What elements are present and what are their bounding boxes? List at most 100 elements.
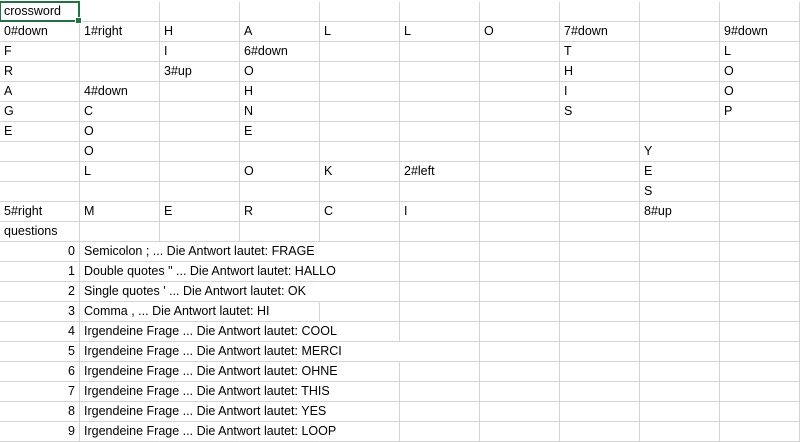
- cell-d10[interactable]: [240, 182, 320, 202]
- cell-g20[interactable]: [480, 382, 560, 402]
- cell-b14[interactable]: Double quotes " ... Die Antwort lautet: …: [80, 262, 336, 282]
- cell-a10[interactable]: [0, 182, 80, 202]
- cell-f20[interactable]: [400, 382, 480, 402]
- cell-h18[interactable]: [560, 342, 640, 362]
- cell-e15[interactable]: [320, 282, 400, 302]
- cell-h3[interactable]: T: [560, 42, 640, 62]
- cell-i16[interactable]: [640, 302, 720, 322]
- cell-g8[interactable]: [480, 142, 560, 162]
- cell-c4[interactable]: 3#up: [160, 62, 240, 82]
- cell-h1[interactable]: [560, 2, 640, 22]
- cell-g10[interactable]: [480, 182, 560, 202]
- cell-a16[interactable]: 3: [0, 302, 80, 322]
- cell-g3[interactable]: [480, 42, 560, 62]
- cell-i17[interactable]: [640, 322, 720, 342]
- cell-g13[interactable]: [480, 242, 560, 262]
- cell-j21[interactable]: [720, 402, 800, 422]
- cell-i21[interactable]: [640, 402, 720, 422]
- cell-d1[interactable]: [240, 2, 320, 22]
- cell-j6[interactable]: P: [720, 102, 800, 122]
- cell-h8[interactable]: [560, 142, 640, 162]
- cell-b22[interactable]: Irgendeine Frage ... Die Antwort lautet:…: [80, 422, 336, 442]
- cell-d4[interactable]: O: [240, 62, 320, 82]
- cell-i19[interactable]: [640, 362, 720, 382]
- cell-h7[interactable]: [560, 122, 640, 142]
- cell-h14[interactable]: [560, 262, 640, 282]
- cell-j13[interactable]: [720, 242, 800, 262]
- cell-b12[interactable]: [80, 222, 160, 242]
- cell-f4[interactable]: [400, 62, 480, 82]
- cell-j2[interactable]: 9#down: [720, 22, 800, 42]
- cell-b5[interactable]: 4#down: [80, 82, 160, 102]
- cell-a22[interactable]: 9: [0, 422, 80, 442]
- cell-e6[interactable]: [320, 102, 400, 122]
- cell-b7[interactable]: O: [80, 122, 160, 142]
- cell-e20[interactable]: [320, 382, 400, 402]
- cell-g14[interactable]: [480, 262, 560, 282]
- cell-a6[interactable]: G: [0, 102, 80, 122]
- cell-i18[interactable]: [640, 342, 720, 362]
- cell-e4[interactable]: [320, 62, 400, 82]
- cell-j22[interactable]: [720, 422, 800, 442]
- cell-f14[interactable]: [400, 262, 480, 282]
- cell-d11[interactable]: R: [240, 202, 320, 222]
- cell-b8[interactable]: O: [80, 142, 160, 162]
- cell-h13[interactable]: [560, 242, 640, 262]
- cell-h12[interactable]: [560, 222, 640, 242]
- cell-g19[interactable]: [480, 362, 560, 382]
- cell-a20[interactable]: 7: [0, 382, 80, 402]
- cell-b6[interactable]: C: [80, 102, 160, 122]
- cell-e5[interactable]: [320, 82, 400, 102]
- cell-h4[interactable]: H: [560, 62, 640, 82]
- cell-f5[interactable]: [400, 82, 480, 102]
- cell-f2[interactable]: L: [400, 22, 480, 42]
- cell-a14[interactable]: 1: [0, 262, 80, 282]
- cell-a9[interactable]: [0, 162, 80, 182]
- cell-i4[interactable]: [640, 62, 720, 82]
- cell-g16[interactable]: [480, 302, 560, 322]
- cell-j3[interactable]: L: [720, 42, 800, 62]
- cell-f16[interactable]: [400, 302, 480, 322]
- cell-g2[interactable]: O: [480, 22, 560, 42]
- cell-e21[interactable]: [320, 402, 400, 422]
- cell-f19[interactable]: [400, 362, 480, 382]
- cell-j19[interactable]: [720, 362, 800, 382]
- cell-a7[interactable]: E: [0, 122, 80, 142]
- cell-c3[interactable]: I: [160, 42, 240, 62]
- cell-b18[interactable]: Irgendeine Frage ... Die Antwort lautet:…: [80, 342, 342, 362]
- cell-f3[interactable]: [400, 42, 480, 62]
- cell-b17[interactable]: Irgendeine Frage ... Die Antwort lautet:…: [80, 322, 337, 342]
- cell-h22[interactable]: [560, 422, 640, 442]
- cell-i22[interactable]: [640, 422, 720, 442]
- cell-e16[interactable]: [320, 302, 400, 322]
- cell-c12[interactable]: [160, 222, 240, 242]
- cell-f6[interactable]: [400, 102, 480, 122]
- cell-c5[interactable]: [160, 82, 240, 102]
- cell-j10[interactable]: [720, 182, 800, 202]
- cell-j16[interactable]: [720, 302, 800, 322]
- cell-g9[interactable]: [480, 162, 560, 182]
- cell-h16[interactable]: [560, 302, 640, 322]
- cell-b2[interactable]: 1#right: [80, 22, 160, 42]
- cell-i2[interactable]: [640, 22, 720, 42]
- cell-a13[interactable]: 0: [0, 242, 80, 262]
- cell-j15[interactable]: [720, 282, 800, 302]
- cell-c8[interactable]: [160, 142, 240, 162]
- cell-h21[interactable]: [560, 402, 640, 422]
- cell-b9[interactable]: L: [80, 162, 160, 182]
- cell-i3[interactable]: [640, 42, 720, 62]
- cell-a18[interactable]: 5: [0, 342, 80, 362]
- cell-b3[interactable]: [80, 42, 160, 62]
- cell-g12[interactable]: [480, 222, 560, 242]
- cell-d8[interactable]: [240, 142, 320, 162]
- cell-h9[interactable]: [560, 162, 640, 182]
- cell-d5[interactable]: H: [240, 82, 320, 102]
- cell-a15[interactable]: 2: [0, 282, 80, 302]
- cell-h17[interactable]: [560, 322, 640, 342]
- cell-j18[interactable]: [720, 342, 800, 362]
- cell-g5[interactable]: [480, 82, 560, 102]
- spreadsheet-grid[interactable]: crossword 0#down 1#right H A L L O 7#down 9#down F…: [0, 0, 803, 443]
- cell-c9[interactable]: [160, 162, 240, 182]
- cell-i8[interactable]: Y: [640, 142, 720, 162]
- cell-e13[interactable]: [320, 242, 400, 262]
